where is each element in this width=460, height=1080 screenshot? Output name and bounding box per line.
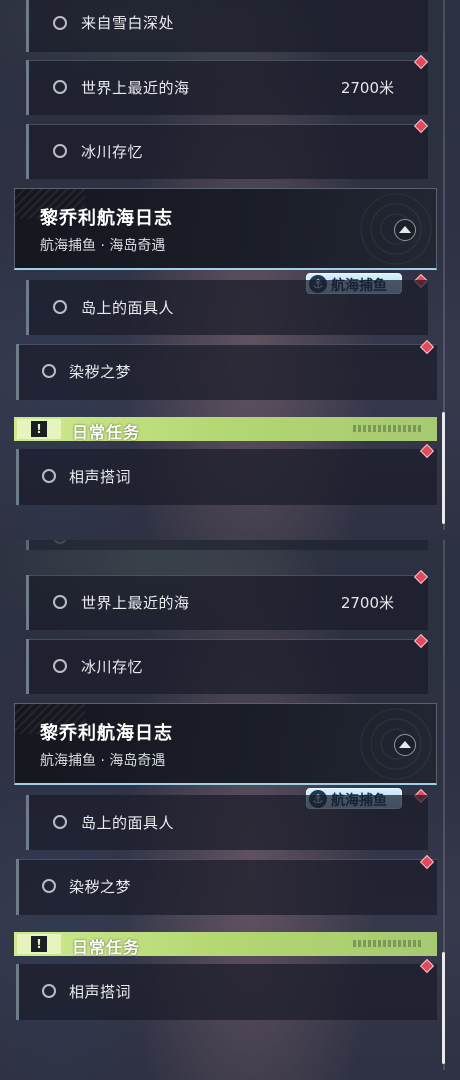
daily-section-header: ! 日常任务: [14, 932, 437, 957]
divider: [19, 859, 437, 860]
divider: [29, 575, 428, 576]
exclamation-icon: !: [31, 421, 47, 437]
radio-icon: [42, 469, 56, 483]
task-label: 染秽之梦: [69, 363, 132, 381]
quest-title: 黎乔利航海日志: [40, 208, 173, 229]
radio-icon: [53, 300, 67, 314]
exclamation-icon: !: [31, 936, 47, 952]
quest-subtitle: 航海捕鱼 · 海岛奇遇: [40, 238, 166, 254]
scrollbar-thumb[interactable]: [442, 412, 445, 524]
task-row[interactable]: 世界上最近的海 2700米: [26, 60, 428, 115]
task-label: 冰川存忆: [81, 143, 144, 161]
radio-icon: [42, 984, 56, 998]
task-row[interactable]: 冰川存忆: [26, 639, 428, 694]
radio-icon: [53, 540, 67, 544]
radio-icon: [42, 879, 56, 893]
task-label: 相声搭词: [69, 983, 132, 1001]
quest-subtitle: 航海捕鱼 · 海岛奇遇: [40, 753, 166, 769]
radio-icon: [53, 815, 67, 829]
radio-icon: [53, 659, 67, 673]
daily-section-header: ! 日常任务: [14, 417, 437, 442]
task-label: 来自雪白深处: [81, 14, 175, 32]
header-decoration: [353, 940, 423, 947]
task-label: 岛上的面具人: [81, 299, 175, 317]
quest-title: 黎乔利航海日志: [40, 723, 173, 744]
task-label: 相声搭词: [69, 468, 132, 486]
exclamation-badge: !: [17, 419, 61, 439]
task-row[interactable]: 相声搭词: [16, 964, 437, 1020]
task-row[interactable]: 相声搭词: [16, 449, 437, 505]
navigate-arrow-icon[interactable]: [394, 734, 416, 756]
task-row[interactable]: 岛上的面具人: [26, 280, 428, 335]
task-label: 染秽之梦: [69, 878, 132, 896]
distance-label: 2700米: [340, 594, 394, 612]
task-row[interactable]: 染秽之梦: [16, 344, 437, 400]
distance-label: 2700米: [340, 79, 394, 97]
navigate-arrow-icon[interactable]: [394, 219, 416, 241]
radio-icon: [42, 364, 56, 378]
task-label: 冰川存忆: [81, 658, 144, 676]
task-row[interactable]: 世界上最近的海 2700米: [26, 575, 428, 630]
divider: [29, 639, 428, 640]
divider: [19, 344, 437, 345]
task-label: 岛上的面具人: [81, 814, 175, 832]
quest-tracker-panel: 世界上最近的海 2700米 冰川存忆 黎乔利航海日志 航海捕鱼 · 海岛奇遇 ⚓…: [0, 540, 460, 1080]
task-row[interactable]: 染秽之梦: [16, 859, 437, 915]
quest-tracker-panel: 来自雪白深处 世界上最近的海 2700米 冰川存忆 黎乔利航海日志 航海捕鱼 ·…: [0, 0, 460, 540]
task-label: 世界上最近的海: [81, 594, 190, 612]
task-row[interactable]: 岛上的面具人: [26, 795, 428, 850]
radio-icon: [53, 144, 67, 158]
main-quest-card[interactable]: 黎乔利航海日志 航海捕鱼 · 海岛奇遇: [14, 188, 437, 270]
task-row[interactable]: 冰川存忆: [26, 124, 428, 179]
main-quest-card[interactable]: 黎乔利航海日志 航海捕鱼 · 海岛奇遇: [14, 703, 437, 785]
divider: [29, 60, 428, 61]
radio-icon: [53, 80, 67, 94]
task-label: 世界上最近的海: [81, 79, 190, 97]
task-row[interactable]: 来自雪白深处: [26, 0, 428, 52]
section-title: 日常任务: [72, 423, 141, 442]
radio-icon: [53, 16, 67, 30]
scrollbar-thumb[interactable]: [442, 952, 445, 1064]
header-decoration: [353, 425, 423, 432]
exclamation-badge: !: [17, 934, 61, 954]
divider: [29, 124, 428, 125]
section-title: 日常任务: [72, 938, 141, 957]
task-row[interactable]: [26, 540, 428, 550]
radio-icon: [53, 595, 67, 609]
